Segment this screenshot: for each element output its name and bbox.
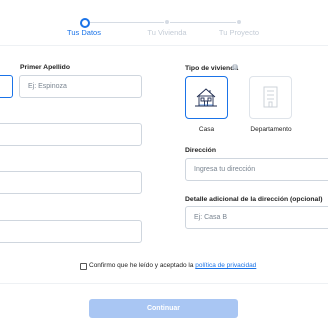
step-connector-1 bbox=[90, 22, 164, 23]
email-input[interactable] bbox=[0, 123, 142, 146]
apellido-label: Primer Apellido bbox=[20, 64, 70, 71]
privacy-policy-link[interactable]: política de privacidad bbox=[195, 262, 256, 269]
footer-divider bbox=[0, 283, 328, 284]
rut-input[interactable] bbox=[0, 220, 142, 243]
nombre-input[interactable] bbox=[0, 75, 13, 98]
apellido-input[interactable]: Ej: Espinoza bbox=[19, 75, 142, 98]
vivienda-option-casa-label: Casa bbox=[198, 126, 215, 133]
privacy-consent-label: Confirmo que he leído y aceptado la bbox=[89, 262, 196, 269]
telefono-input[interactable] bbox=[0, 171, 142, 194]
step-dot-tu-proyecto bbox=[237, 20, 241, 24]
step-label-tu-proyecto: Tu Proyecto bbox=[218, 28, 260, 37]
continue-button[interactable]: Continuar bbox=[89, 299, 238, 318]
info-icon[interactable]: i bbox=[232, 64, 238, 70]
step-dot-tu-vivienda bbox=[165, 20, 169, 24]
direccion-label: Dirección bbox=[185, 147, 216, 154]
direccion-input[interactable]: Ingresa tu dirección bbox=[185, 158, 328, 181]
privacy-checkbox[interactable] bbox=[80, 263, 87, 270]
building-icon bbox=[263, 86, 278, 108]
step-label-tus-datos[interactable]: Tus Datos bbox=[44, 28, 124, 37]
header-divider bbox=[0, 45, 328, 46]
house-icon bbox=[195, 88, 217, 107]
step-dot-tus-datos bbox=[80, 18, 90, 28]
vivienda-option-departamento-label: Departamento bbox=[250, 126, 292, 133]
step-label-tu-vivienda: Tu Vivienda bbox=[147, 28, 187, 37]
privacy-consent-text: Confirmo que he leído y aceptado la polí… bbox=[89, 262, 256, 269]
detalle-input[interactable]: Ej: Casa B bbox=[185, 206, 328, 229]
detalle-label: Detalle adicional de la dirección (opcio… bbox=[185, 196, 323, 203]
vivienda-option-departamento[interactable] bbox=[249, 76, 292, 119]
step-connector-2 bbox=[170, 22, 236, 23]
vivienda-option-casa[interactable] bbox=[185, 76, 228, 119]
tipo-vivienda-label: Tipo de vivienda bbox=[185, 65, 239, 72]
